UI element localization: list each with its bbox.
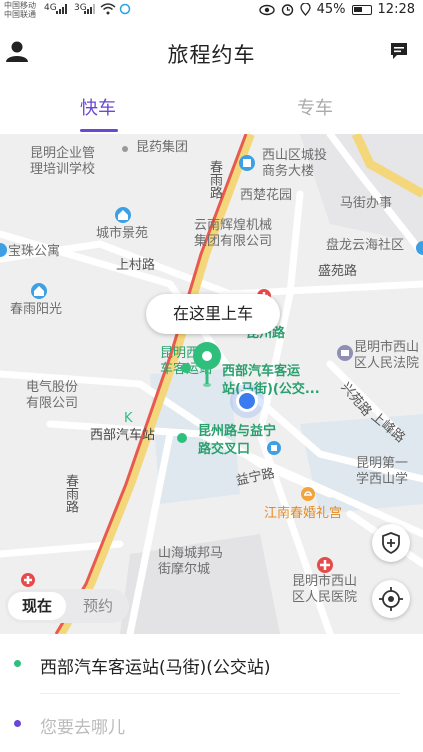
message-icon[interactable]: [389, 41, 409, 61]
road-label: 春雨路: [207, 160, 222, 199]
status-bar: 中国移动 中国联通 4G 3G 45% 12:28: [0, 0, 423, 22]
location-icon: [299, 3, 311, 16]
network-1: 4G: [44, 3, 57, 13]
pickup-location: 西部汽车客运站(马街)(公交站): [40, 658, 271, 678]
locate-button[interactable]: [372, 580, 410, 618]
map-label: 西山区城投: [262, 148, 328, 163]
destination-input[interactable]: 您要去哪儿: [40, 713, 125, 738]
pickup-pin-icon[interactable]: [190, 340, 224, 388]
alarm-icon: [281, 4, 293, 16]
carrier-1: 中国移动: [4, 1, 36, 10]
map-label: 城市景苑: [96, 226, 149, 241]
map-label: 昆药集团: [136, 140, 189, 155]
map-label: 云南辉煌机械: [194, 218, 273, 233]
wifi-icon: [100, 3, 116, 15]
clock: 12:28: [377, 2, 415, 17]
restaurant-icon: [301, 487, 315, 501]
map-label: 西部汽车客运: [222, 364, 301, 379]
map-label: 集团有限公司: [194, 234, 273, 249]
map-label: 昆明企业管: [30, 146, 96, 161]
destination-row[interactable]: 您要去哪儿: [0, 694, 423, 752]
eye-icon: [258, 4, 275, 15]
map-label: 理培训学校: [30, 162, 96, 177]
map-label: 区人民法院: [354, 356, 420, 371]
map-label: 昆明市西山: [292, 574, 358, 589]
map-label: 西楚花园: [240, 188, 293, 203]
poi-edge-icon: [0, 243, 7, 257]
map-label: 商务大楼: [262, 164, 315, 179]
map-label: 昆州路与益宁: [198, 424, 277, 439]
map-label: 街摩尔城: [158, 562, 211, 577]
map-label: 有限公司: [26, 396, 79, 411]
transit-icon: K: [124, 411, 133, 424]
current-location-marker: [236, 390, 258, 412]
building-icon: [239, 155, 255, 171]
tab-premium[interactable]: 专车: [297, 94, 333, 120]
shield-icon: [382, 532, 400, 555]
status-right: 45% 12:28: [258, 2, 415, 17]
poi-dot-icon: [122, 146, 128, 152]
signal-icon: [56, 4, 67, 14]
pickup-dot-icon: [14, 660, 21, 667]
map-label: 昆明第一: [356, 456, 409, 471]
map-label: 宝珠公寓: [8, 244, 61, 259]
carrier-2: 中国联通: [4, 10, 36, 19]
map-label: 山海城邦马: [158, 546, 224, 561]
poi-edge-icon: [416, 241, 423, 255]
time-toggle: 现在 预约: [5, 589, 129, 623]
ride-type-tabs: 快车 专车: [0, 82, 423, 134]
svg-text:K: K: [124, 411, 133, 424]
road-label: 春雨路: [63, 474, 78, 513]
safety-button[interactable]: [372, 524, 410, 562]
map-label: 学西山学: [356, 472, 409, 487]
hospital-icon: [21, 573, 35, 587]
map-label: 西部汽车站: [90, 428, 156, 443]
map-label: 春雨阳光: [10, 302, 63, 317]
residence-icon: [115, 207, 131, 223]
battery-percent: 45%: [316, 2, 346, 17]
tab-express[interactable]: 快车: [80, 94, 116, 120]
bus-stop-icon: [177, 433, 187, 443]
hospital-icon: [317, 557, 333, 573]
map-view[interactable]: 昆明企业管 理培训学校 昆药集团 西山区城投 商务大楼 春雨路 西楚花园 马街办…: [0, 134, 423, 634]
trip-panel: 西部汽车客运站(马街)(公交站) 您要去哪儿: [0, 634, 423, 752]
map-label: 昆明市西山: [354, 340, 420, 355]
map-label: 区人民医院: [292, 590, 358, 605]
map-label: 电气股份: [26, 380, 79, 395]
building-icon: [267, 441, 281, 455]
map-label: 盘龙云海社区: [326, 238, 405, 253]
carrier-info: 中国移动 中国联通: [4, 1, 36, 19]
now-option[interactable]: 现在: [8, 592, 66, 620]
map-label: 路交叉口: [198, 442, 251, 457]
court-icon: [337, 345, 353, 361]
app-header: 旅程约车: [0, 22, 423, 82]
road-label: 盛苑路: [318, 264, 358, 279]
pickup-location-row[interactable]: 西部汽车客运站(马街)(公交站): [0, 634, 423, 694]
pickup-prompt[interactable]: 在这里上车: [146, 294, 280, 334]
page-title: 旅程约车: [167, 43, 256, 67]
battery-icon: [351, 4, 372, 15]
map-label: 马街办事: [340, 196, 393, 211]
map-label: 江南春婚礼宫: [264, 506, 343, 521]
reserve-option[interactable]: 预约: [69, 592, 127, 620]
road-label: 上村路: [116, 258, 156, 273]
residence-icon: [31, 283, 47, 299]
crosshair-icon: [379, 587, 403, 611]
notification-icon: [119, 3, 131, 15]
active-tab-indicator: [80, 129, 118, 132]
signal-icon-2: [84, 4, 95, 14]
destination-dot-icon: [14, 720, 21, 727]
